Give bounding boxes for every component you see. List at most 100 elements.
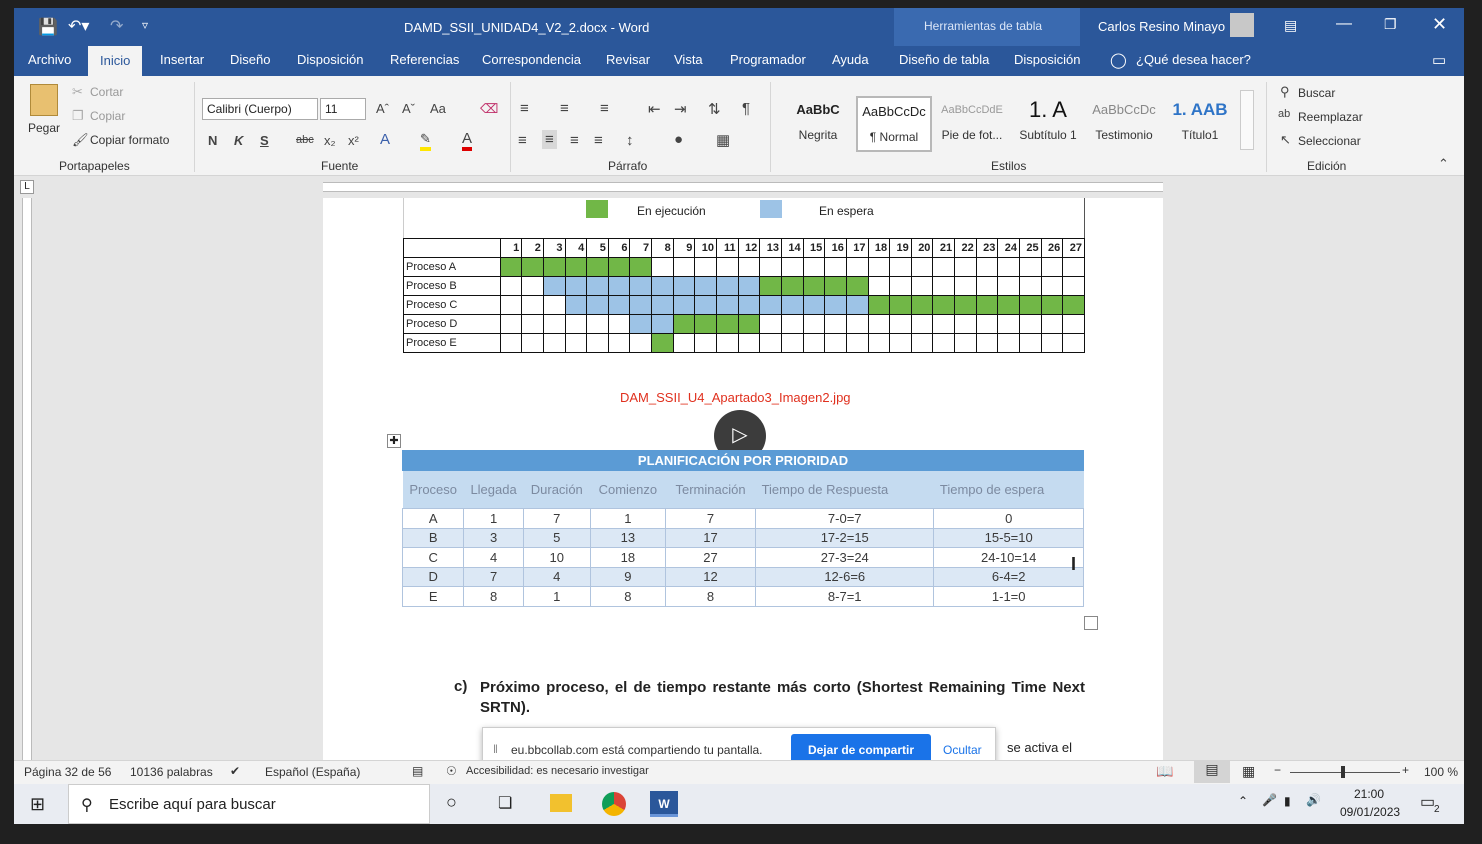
sort-icon[interactable]: ⇅: [708, 100, 721, 118]
accessibility-status[interactable]: Accesibilidad: es necesario investigar: [466, 765, 649, 777]
cortana-icon[interactable]: ○: [446, 792, 457, 813]
restore-icon[interactable]: ❐: [1384, 16, 1397, 33]
zoom-slider[interactable]: [1290, 772, 1400, 773]
close-icon[interactable]: ✕: [1432, 14, 1447, 35]
collapse-ribbon-icon[interactable]: ⌃: [1438, 156, 1449, 172]
line-spacing-icon[interactable]: ↕: [626, 132, 634, 149]
taskbar-search[interactable]: ⚲ Escribe aquí para buscar: [68, 784, 430, 824]
clock-time[interactable]: 21:00: [1354, 787, 1384, 801]
clock-date[interactable]: 09/01/2023: [1340, 805, 1400, 819]
table-cell[interactable]: 12-6=6: [755, 566, 935, 587]
comments-icon[interactable]: ▭: [1432, 51, 1446, 69]
table-cell[interactable]: 7: [522, 508, 591, 529]
copy-icon[interactable]: ❐: [72, 108, 84, 124]
grow-font-icon[interactable]: Aˆ: [376, 101, 389, 116]
tab-programador[interactable]: Programador: [730, 52, 806, 67]
table-cell[interactable]: 1: [463, 508, 524, 529]
table-cell[interactable]: 5: [522, 527, 591, 548]
table-cell[interactable]: 8: [589, 586, 666, 607]
tab-archivo[interactable]: Archivo: [28, 52, 71, 67]
table-resize-handle[interactable]: [1084, 616, 1098, 630]
macro-icon[interactable]: ▤: [412, 764, 423, 778]
tab-insertar[interactable]: Insertar: [160, 52, 204, 67]
table-cell[interactable]: 15-5=10: [933, 527, 1084, 548]
tab-revisar[interactable]: Revisar: [606, 52, 650, 67]
save-icon[interactable]: 💾: [38, 17, 58, 37]
web-layout-icon[interactable]: ▦: [1242, 763, 1255, 780]
microphone-icon[interactable]: 🎤: [1262, 793, 1277, 807]
accessibility-icon[interactable]: ☉: [446, 764, 457, 778]
read-mode-icon[interactable]: 📖: [1156, 763, 1173, 780]
table-cell[interactable]: 7-0=7: [755, 508, 935, 529]
volume-icon[interactable]: 🔊: [1306, 793, 1321, 807]
zoom-in-icon[interactable]: +: [1402, 763, 1409, 777]
numbering-icon[interactable]: ≡: [560, 100, 569, 117]
format-painter-icon[interactable]: 🖌: [72, 132, 89, 148]
table-cell[interactable]: 17-2=15: [755, 527, 935, 548]
replace-icon[interactable]: ab: [1278, 108, 1290, 120]
change-case-icon[interactable]: Aa: [430, 101, 446, 116]
gantt-table[interactable]: 1 2 3 4 5 6 7 8 9 10 11 12 13 14 15 16 17 18 19 20 21 22 23 24 2…: [403, 238, 1085, 353]
minimize-icon[interactable]: —: [1336, 15, 1352, 33]
word-icon[interactable]: W: [650, 791, 678, 817]
table-cell[interactable]: 27-3=24: [755, 547, 935, 568]
style-subtitulo-1[interactable]: 1. A Subtítulo 1: [1010, 96, 1086, 152]
table-cell[interactable]: 24-10=14: [933, 547, 1084, 568]
customize-qat-icon[interactable]: ▿: [142, 18, 148, 32]
multilevel-list-icon[interactable]: ≡: [600, 100, 609, 117]
table-move-handle[interactable]: ✚: [387, 434, 401, 448]
tab-selector[interactable]: L: [20, 180, 34, 194]
chrome-icon[interactable]: [602, 792, 626, 816]
italic-button[interactable]: K: [234, 133, 243, 148]
task-view-icon[interactable]: ❏: [498, 793, 512, 813]
table-cell[interactable]: 13: [589, 527, 666, 548]
increase-indent-icon[interactable]: ⇥: [674, 100, 687, 118]
show-marks-icon[interactable]: ¶: [742, 100, 750, 117]
table-cell[interactable]: 18: [589, 547, 666, 568]
align-center-icon[interactable]: ≡: [542, 130, 557, 149]
table-cell[interactable]: 4: [463, 547, 524, 568]
table-cell[interactable]: C: [401, 547, 465, 568]
style-negrita[interactable]: AaBbC Negrita: [780, 96, 856, 152]
subscript-button[interactable]: x₂: [324, 133, 336, 148]
style-pie-foto[interactable]: AaBbCcDdE Pie de fot...: [934, 96, 1010, 152]
format-painter-button[interactable]: Copiar formato: [90, 133, 169, 147]
strikethrough-button[interactable]: abc: [296, 134, 314, 146]
underline-button[interactable]: S: [260, 133, 269, 148]
table-cell[interactable]: E: [401, 586, 465, 607]
vertical-ruler[interactable]: [16, 198, 36, 760]
shading-icon[interactable]: ●: [674, 131, 683, 148]
table-cell[interactable]: 9: [589, 566, 666, 587]
table-cell[interactable]: 10: [522, 547, 591, 568]
bullets-icon[interactable]: ≡: [520, 100, 529, 117]
hide-button[interactable]: Ocultar: [943, 743, 982, 757]
decrease-indent-icon[interactable]: ⇤: [648, 100, 661, 118]
language[interactable]: Español (España): [265, 765, 360, 779]
proofing-icon[interactable]: ✔: [230, 764, 240, 778]
text-effects-icon[interactable]: A: [380, 131, 390, 148]
file-explorer-icon[interactable]: [550, 794, 572, 812]
ribbon-display-icon[interactable]: ▤: [1284, 17, 1297, 34]
table-cell[interactable]: 3: [463, 527, 524, 548]
tray-chevron-icon[interactable]: ⌃: [1238, 794, 1248, 808]
tab-disposicion[interactable]: Disposición: [297, 52, 363, 67]
borders-icon[interactable]: ▦: [716, 131, 730, 149]
shrink-font-icon[interactable]: Aˇ: [402, 101, 415, 116]
tab-diseno[interactable]: Diseño: [230, 52, 270, 67]
page-count[interactable]: Página 32 de 56: [24, 765, 111, 779]
zoom-level[interactable]: 100 %: [1424, 765, 1458, 779]
highlight-icon[interactable]: ✎: [420, 131, 431, 151]
clear-format-icon[interactable]: ⌫: [480, 101, 498, 117]
font-size-combo[interactable]: 11: [320, 98, 366, 120]
table-cell[interactable]: 6-4=2: [933, 566, 1084, 587]
style-testimonio[interactable]: AaBbCcDc Testimonio: [1086, 96, 1162, 152]
justify-icon[interactable]: ≡: [594, 132, 603, 149]
tab-correspondencia[interactable]: Correspondencia: [482, 52, 581, 67]
table-cell[interactable]: 27: [664, 547, 757, 568]
tab-diseno-tabla[interactable]: Diseño de tabla: [899, 52, 989, 67]
table-cell[interactable]: 1: [522, 586, 591, 607]
user-name[interactable]: Carlos Resino Minayo: [1098, 19, 1225, 34]
select-icon[interactable]: ↖: [1280, 132, 1291, 148]
font-name-combo[interactable]: Calibri (Cuerpo): [202, 98, 318, 120]
table-cell[interactable]: 12: [664, 566, 757, 587]
